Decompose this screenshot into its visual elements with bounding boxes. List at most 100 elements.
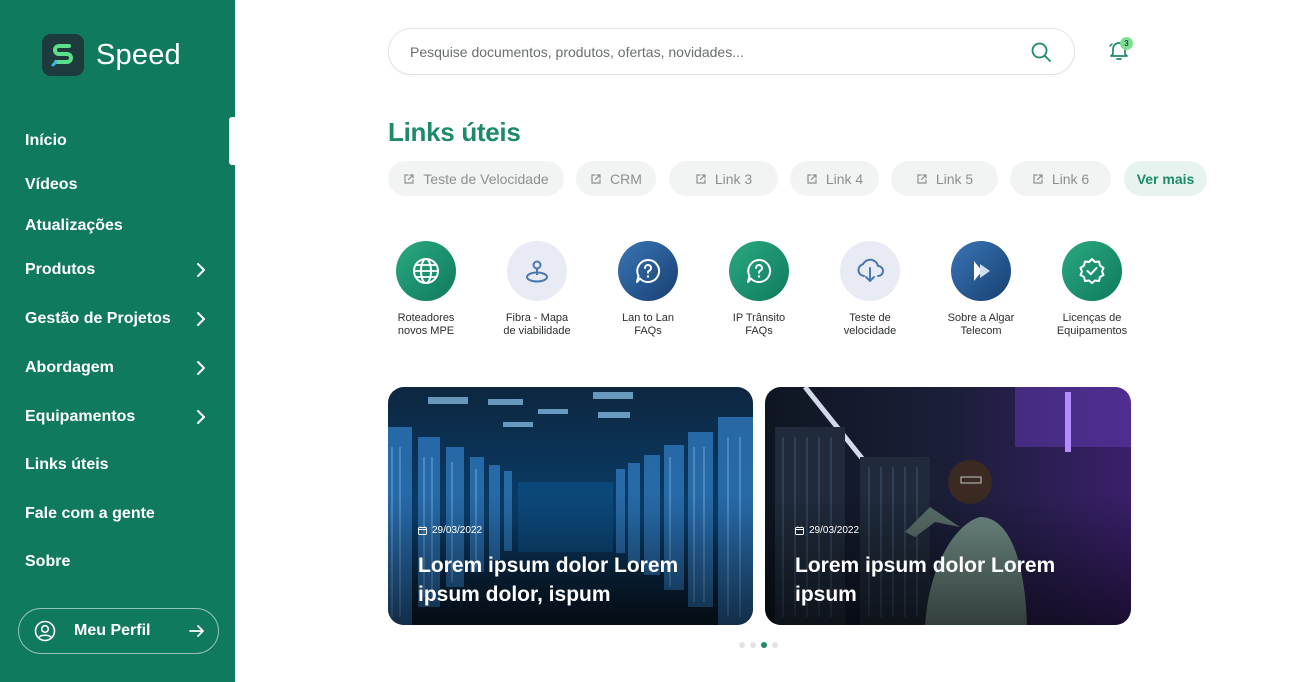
news-title: Lorem ipsum dolor Lorem ipsum dolor, isp… [418,554,679,606]
sidebar-item-produtos[interactable]: Produtos [0,250,235,290]
link-chip-label: Link 3 [714,170,753,187]
sidebar-item-abordagem[interactable]: Abordagem [0,348,235,388]
quick-access-label-line: Licenças de [1062,312,1122,324]
sidebar-item-videos[interactable]: Vídeos [0,165,235,205]
quick-access-label: Lan to Lan FAQs [593,312,703,338]
link-chip[interactable]: CRM [576,161,656,196]
quick-access-label-line: de viabilidade [503,325,571,337]
external-link-icon [807,173,817,184]
sidebar-item-label: Abordagem [25,359,114,376]
sidebar-item-label: Vídeos [25,176,78,193]
sidebar-item-label: Links úteis [25,456,109,473]
section-title-links: Links úteis [388,117,521,147]
quick-access-label: Fibra - Mapa de viabilidade [482,312,592,338]
user-icon [34,620,56,642]
chevron-right-icon [197,361,205,375]
sidebar-item-sobre[interactable]: Sobre [0,542,235,582]
quick-access-label-line: Teste de [849,312,891,324]
quick-access-label: Licenças de Equipamentos [1037,312,1147,338]
quick-access-label-line: Lan to Lan [622,312,674,324]
carousel-dot[interactable] [772,642,778,648]
quick-access-teste-velocidade[interactable]: Teste de velocidade [815,241,925,338]
sidebar-item-label: Produtos [25,261,96,278]
arrow-right-icon [189,625,204,637]
play-logo-icon [951,241,1011,301]
sidebar-item-inicio[interactable]: Início [0,121,235,161]
verified-badge-icon [1062,241,1122,301]
sidebar-item-label: Equipamentos [25,408,136,425]
profile-label: Meu Perfil [74,622,151,639]
see-more-label: Ver mais [1136,170,1195,187]
carousel-dot[interactable] [739,642,745,648]
search-icon[interactable] [1030,41,1052,63]
link-chip-label: CRM [610,170,642,187]
sidebar-item-atualizacoes[interactable]: Atualizações [0,206,235,246]
link-chip[interactable]: Link 6 [1010,161,1111,196]
globe-icon [396,241,456,301]
sidebar: Speed Início Vídeos Atualizações Produto… [0,0,235,682]
quick-access-sobre-algar[interactable]: Sobre a Algar Telecom [926,241,1036,338]
quick-access-label-line: FAQs [745,325,773,337]
quick-access-label: Sobre a Algar Telecom [926,312,1036,338]
link-chip-label: Link 4 [825,170,864,187]
see-more-button[interactable]: Ver mais [1124,161,1207,196]
link-chip-label: Link 6 [1051,170,1090,187]
quick-access-label-line: FAQs [634,325,662,337]
sidebar-item-equipamentos[interactable]: Equipamentos [0,397,235,437]
link-chip-label: Link 5 [935,170,974,187]
carousel-pagination [739,642,778,648]
quick-access-label-line: novos MPE [397,325,455,337]
sidebar-item-label: Sobre [25,553,71,570]
help-chat-icon [729,241,789,301]
quick-access-label-line: Fibra - Mapa [505,312,569,324]
news-date-text: 29/03/2022 [432,525,483,536]
logo[interactable]: Speed [42,34,181,76]
sidebar-item-label: Fale com a gente [25,505,155,522]
sidebar-item-gestao-de-projetos[interactable]: Gestão de Projetos [0,299,235,339]
link-chip[interactable]: Link 5 [891,161,998,196]
sidebar-item-links-uteis[interactable]: Links úteis [0,445,235,485]
quick-access-label-line: velocidade [843,325,897,337]
link-chip[interactable]: Teste de Velocidade [388,161,564,196]
quick-access-licencas[interactable]: Licenças de Equipamentos [1037,241,1147,338]
external-link-icon [1033,173,1043,184]
news-date: 29/03/2022 [795,525,859,536]
quick-access-lan-to-lan[interactable]: Lan to Lan FAQs [593,241,703,338]
cloud-download-icon [840,241,900,301]
help-chat-icon [618,241,678,301]
quick-access-label: Roteadores novos MPE [371,312,481,338]
quick-access-fibra-mapa[interactable]: Fibra - Mapa de viabilidade [482,241,592,338]
sidebar-item-label: Início [25,132,67,149]
news-date-text: 29/03/2022 [809,525,860,536]
carousel-dot-active[interactable] [761,642,767,648]
app-root: Speed Início Vídeos Atualizações Produto… [0,0,1298,682]
quick-access-label-line: Equipamentos [1056,325,1128,337]
chevron-right-icon [197,312,205,326]
sidebar-item-fale-com-a-gente[interactable]: Fale com a gente [0,494,235,534]
link-chip-label: Teste de Velocidade [423,170,549,187]
profile-button[interactable]: Meu Perfil [18,608,219,654]
news-date: 29/03/2022 [418,525,482,536]
search-input[interactable] [410,41,1010,63]
notification-count-badge: 3 [1120,37,1133,50]
speed-logo-icon [42,34,84,76]
chevron-right-icon [197,410,205,424]
quick-access-ip-transito[interactable]: IP Trânsito FAQs [704,241,814,338]
news-card[interactable]: 29/03/2022 Lorem ipsum dolor Lorem ipsum [765,387,1131,625]
brand-name: Speed [96,38,181,71]
quick-access-label-line: Roteadores [397,312,455,324]
quick-access-label-line: Sobre a Algar [947,312,1015,324]
quick-access-label-line: IP Trânsito [732,312,786,324]
calendar-icon [418,526,427,535]
news-card[interactable]: 29/03/2022 Lorem ipsum dolor Lorem ipsum… [388,387,753,625]
link-chip[interactable]: Link 4 [790,161,879,196]
quick-access-roteadores[interactable]: Roteadores novos MPE [371,241,481,338]
link-chip[interactable]: Link 3 [669,161,778,196]
sidebar-item-label: Atualizações [25,217,123,234]
sidebar-item-label: Gestão de Projetos [25,310,171,327]
news-title: Lorem ipsum dolor Lorem ipsum [795,554,1056,606]
notifications-button[interactable]: 3 [1107,37,1133,64]
carousel-dot[interactable] [750,642,756,648]
quick-access-label-line: Telecom [960,325,1002,337]
quick-access-label: IP Trânsito FAQs [704,312,814,338]
